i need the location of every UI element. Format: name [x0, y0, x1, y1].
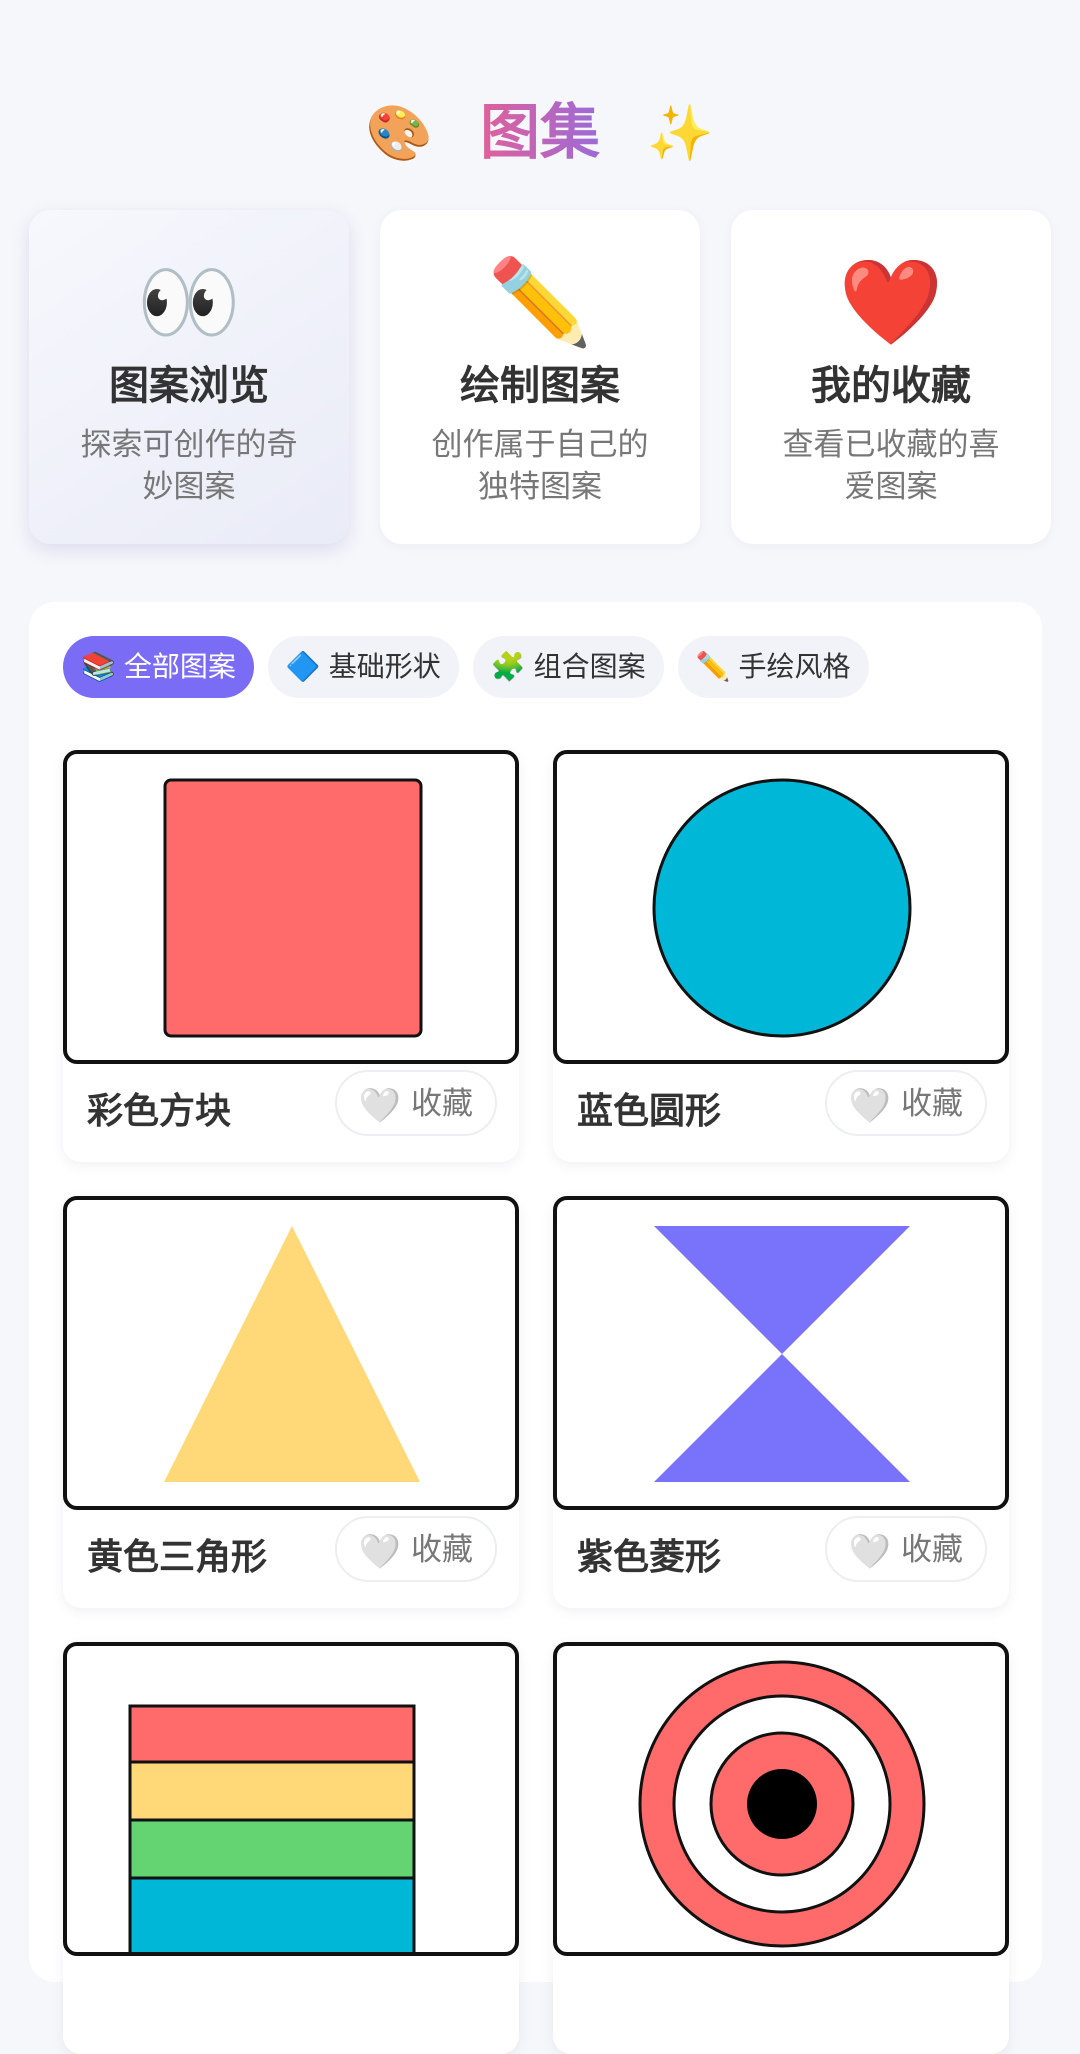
favorite-button[interactable]: 🤍 收藏 — [334, 1516, 497, 1582]
pattern-name: 彩色方块 — [87, 1091, 232, 1132]
pattern-preview[interactable] — [553, 1642, 1009, 1956]
target-bullseye — [747, 1769, 817, 1839]
pattern-preview[interactable] — [63, 1642, 519, 1956]
tab-all-patterns[interactable]: 📚 全部图案 — [63, 636, 254, 698]
pattern-name: 蓝色圆形 — [577, 1091, 722, 1132]
tab-basic-shapes[interactable]: 🔷 基础形状 — [267, 636, 459, 698]
purple-top-triangle-shape — [654, 1226, 910, 1354]
feature-draw-card[interactable]: ✏️ 绘制图案 创作属于自己的独特图案 — [380, 210, 700, 544]
pattern-preview[interactable] — [553, 750, 1009, 1064]
white-heart-icon: 🤍 — [848, 1085, 891, 1126]
favorite-label: 收藏 — [901, 1086, 963, 1122]
green-stripe — [128, 1818, 416, 1880]
page-title: 图集 — [480, 98, 600, 169]
tab-combined-patterns[interactable]: 🧩 组合图案 — [472, 636, 664, 698]
pattern-card[interactable] — [63, 1642, 519, 2054]
feature-favorites-card[interactable]: ❤️ 我的收藏 查看已收藏的喜爱图案 — [731, 210, 1051, 544]
pattern-name: 黄色三角形 — [87, 1537, 268, 1578]
pencil-icon: ✏️ — [487, 253, 593, 351]
yellow-triangle-shape — [164, 1226, 420, 1482]
pattern-card[interactable]: 黄色三角形 🤍 收藏 — [63, 1196, 519, 1608]
yellow-stripe — [128, 1760, 416, 1822]
heart-icon: ❤️ — [838, 253, 944, 351]
feature-title: 图案浏览 — [109, 363, 269, 409]
red-stripe — [128, 1704, 416, 1764]
pattern-preview[interactable] — [63, 1196, 519, 1510]
white-heart-icon: 🤍 — [848, 1531, 891, 1572]
pattern-preview[interactable] — [63, 750, 519, 1064]
white-heart-icon: 🤍 — [358, 1085, 401, 1126]
tab-hand-drawn[interactable]: ✏️ 手绘风格 — [677, 636, 869, 698]
books-icon: 📚 — [81, 650, 116, 683]
puzzle-icon: 🧩 — [490, 650, 526, 683]
pencil-icon: ✏️ — [695, 650, 731, 683]
red-square-shape — [163, 778, 423, 1038]
favorite-button[interactable]: 🤍 收藏 — [334, 1070, 497, 1136]
purple-bottom-triangle-shape — [654, 1354, 910, 1482]
pattern-preview[interactable] — [553, 1196, 1009, 1510]
feature-description: 查看已收藏的喜爱图案 — [782, 427, 1000, 505]
blue-circle-shape — [652, 778, 912, 1038]
pattern-name: 紫色菱形 — [577, 1537, 722, 1578]
pattern-card[interactable]: 蓝色圆形 🤍 收藏 — [553, 750, 1009, 1162]
page-title-row: 🎨 图集 ✨ — [0, 92, 1080, 171]
tab-label: 组合图案 — [533, 650, 646, 683]
pattern-card[interactable] — [553, 1642, 1009, 2054]
favorite-button[interactable]: 🤍 收藏 — [824, 1516, 987, 1582]
favorite-button[interactable]: 🤍 收藏 — [824, 1070, 987, 1136]
category-tabs: 📚 全部图案 🔷 基础形状 🧩 组合图案 ✏️ 手绘风格 — [63, 636, 883, 698]
blue-diamond-icon: 🔷 — [285, 650, 321, 683]
eyes-icon: 👀 — [136, 253, 242, 351]
favorite-label: 收藏 — [901, 1532, 963, 1568]
palette-icon: 🎨 — [365, 101, 434, 165]
feature-description: 探索可创作的奇妙图案 — [80, 427, 298, 505]
feature-title: 我的收藏 — [811, 363, 971, 409]
sparkles-icon: ✨ — [646, 101, 715, 165]
blue-stripe — [128, 1876, 416, 1952]
white-heart-icon: 🤍 — [358, 1531, 401, 1572]
tab-label: 基础形状 — [328, 650, 441, 683]
favorite-label: 收藏 — [411, 1532, 473, 1568]
feature-description: 创作属于自己的独特图案 — [431, 427, 649, 505]
tab-label: 手绘风格 — [738, 650, 851, 683]
feature-title: 绘制图案 — [460, 363, 620, 409]
pattern-card[interactable]: 彩色方块 🤍 收藏 — [63, 750, 519, 1162]
pattern-card[interactable]: 紫色菱形 🤍 收藏 — [553, 1196, 1009, 1608]
pattern-gallery-panel: 📚 全部图案 🔷 基础形状 🧩 组合图案 ✏️ 手绘风格 彩色方块 🤍 收藏 蓝色圆形 — [29, 602, 1042, 2054]
favorite-label: 收藏 — [411, 1086, 473, 1122]
tab-label: 全部图案 — [123, 650, 236, 683]
feature-browse-card[interactable]: 👀 图案浏览 探索可创作的奇妙图案 — [29, 210, 349, 544]
